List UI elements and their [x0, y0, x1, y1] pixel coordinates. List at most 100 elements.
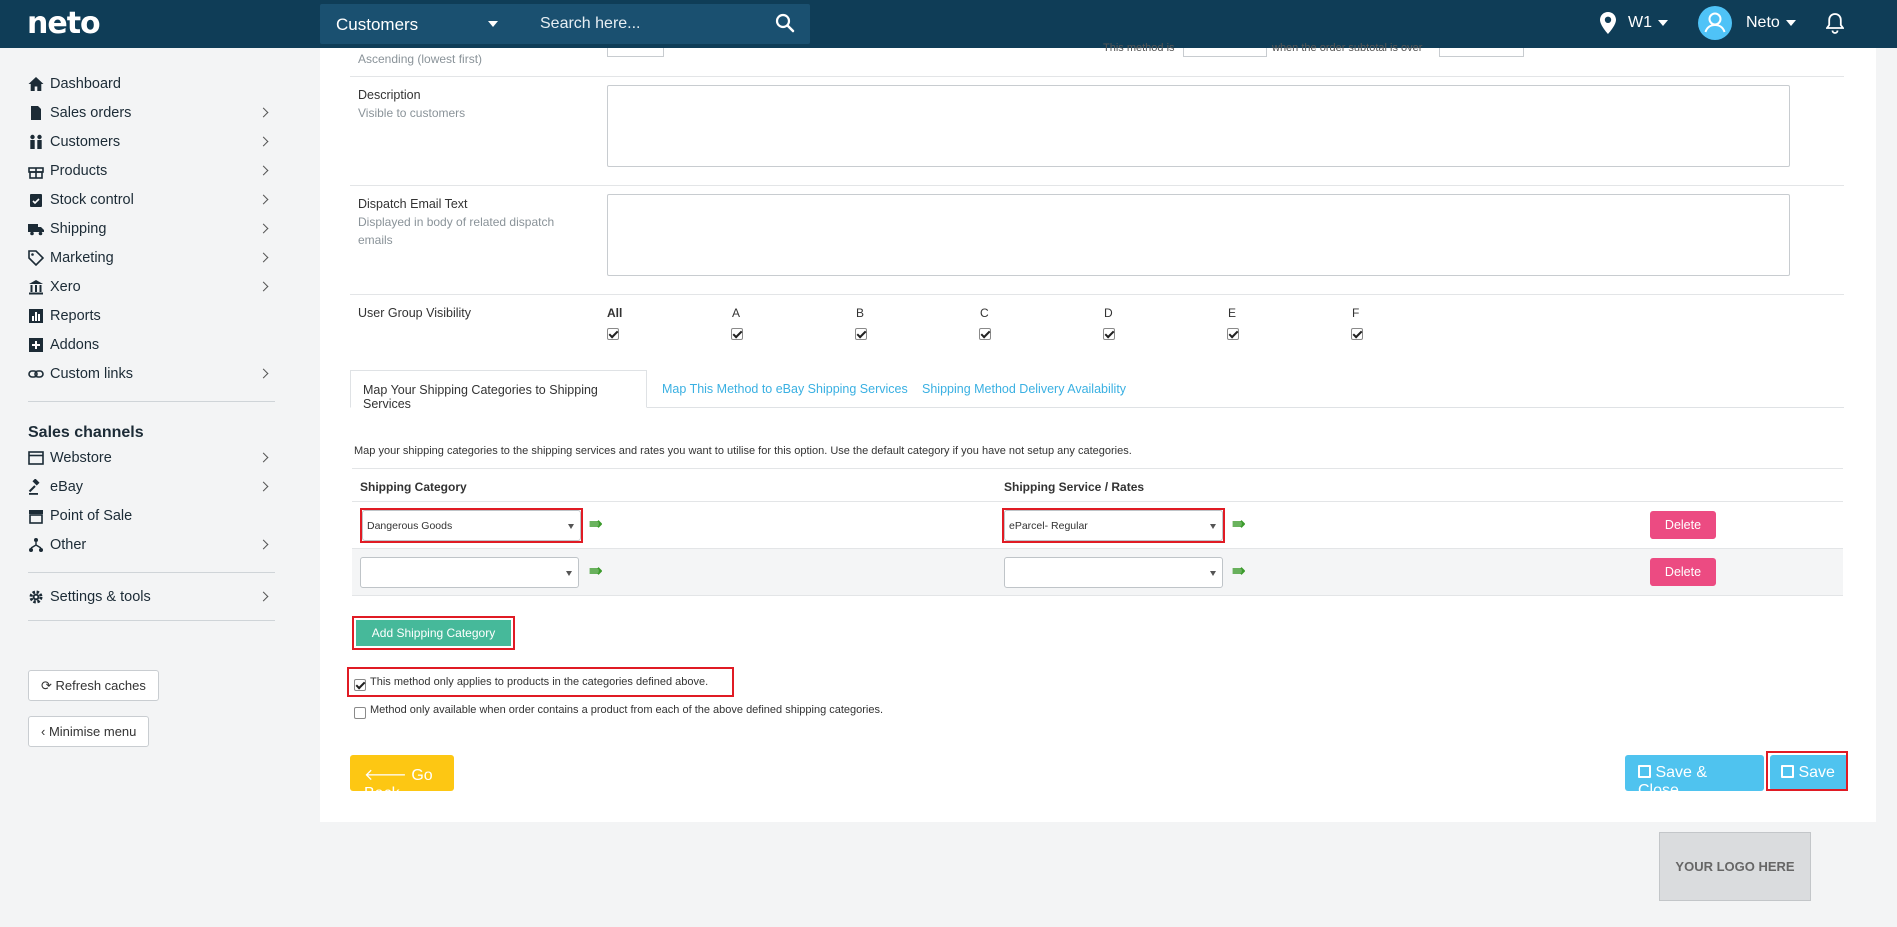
bar-chart-icon — [29, 309, 43, 323]
sidebar-item-products[interactable]: Products — [28, 156, 273, 188]
save-icon — [1638, 765, 1651, 778]
chevron-right-icon — [258, 281, 269, 292]
sidebar-item-shipping[interactable]: Shipping — [28, 214, 273, 246]
map-marker-icon — [1600, 12, 1616, 34]
rule-text-1: This method is — [1103, 42, 1175, 54]
logo-placeholder: YOUR LOGO HERE — [1659, 832, 1811, 901]
arrow-right-icon: ⇛ — [1232, 516, 1246, 533]
go-back-button[interactable]: 🡐 Go Back — [350, 755, 454, 802]
sidebar-item-xero[interactable]: Xero — [28, 272, 273, 304]
row-divider — [350, 76, 1844, 77]
bank-icon — [29, 280, 43, 295]
chevron-right-icon — [258, 591, 269, 602]
sidebar-item-ebay[interactable]: eBay — [28, 472, 273, 504]
chevron-down-icon — [488, 21, 498, 27]
all-categories-checkbox[interactable] — [354, 707, 366, 719]
gift-icon — [28, 167, 44, 179]
dispatch-email-help: Displayed in body of related dispatch em… — [358, 215, 555, 247]
sidebar-item-settings[interactable]: Settings & tools — [28, 582, 273, 614]
table-row: Dangerous Goods ⇛ eParcel- Regular ⇛ Del… — [352, 502, 1843, 549]
bell-icon[interactable] — [1826, 13, 1844, 34]
sidebar-item-stock-control[interactable]: Stock control — [28, 185, 273, 217]
minimise-menu-button[interactable]: ‹ Minimise menu — [28, 716, 150, 747]
shipping-category-select[interactable] — [360, 557, 579, 588]
dispatch-email-textarea[interactable] — [607, 194, 1790, 276]
group-e-checkbox[interactable] — [1227, 328, 1239, 340]
search-scope-label: Customers — [336, 15, 419, 34]
highlight-box — [352, 616, 515, 650]
group-c-checkbox[interactable] — [979, 328, 991, 340]
location-selector[interactable]: W1 — [1598, 0, 1688, 48]
group-d-label: D — [1104, 306, 1113, 320]
sidebar-item-marketing[interactable]: Marketing — [28, 243, 273, 275]
sidebar-item-other[interactable]: Other — [28, 530, 273, 562]
sidebar-divider — [28, 572, 275, 573]
link-icon — [28, 370, 44, 378]
refresh-icon: ⟳ — [41, 678, 52, 693]
chevron-right-icon — [258, 136, 269, 147]
sidebar-item-custom-links[interactable]: Custom links — [28, 359, 273, 391]
group-f-label: F — [1352, 306, 1360, 320]
plus-square-icon — [29, 338, 43, 352]
description-textarea[interactable] — [607, 85, 1790, 167]
sidebar-item-dashboard[interactable]: Dashboard — [28, 69, 273, 101]
sidebar-item-addons[interactable]: Addons — [28, 330, 273, 362]
sidebar-item-sales-orders[interactable]: Sales orders — [28, 98, 273, 130]
arrow-right-icon: ⇛ — [589, 563, 603, 580]
group-a-checkbox[interactable] — [731, 328, 743, 340]
highlight-box — [347, 667, 734, 697]
rule-text-2: when the order subtotal is over — [1272, 42, 1423, 54]
tab-map-shipping-categories[interactable]: Map Your Shipping Categories to Shipping… — [350, 370, 647, 411]
highlight-box — [1002, 508, 1225, 543]
rule-select[interactable] — [1183, 48, 1267, 57]
group-b-checkbox[interactable] — [855, 328, 867, 340]
gear-icon — [29, 590, 43, 604]
chevron-down-icon — [1785, 19, 1796, 26]
refresh-caches-button[interactable]: ⟳ Refresh caches — [28, 670, 159, 701]
save-close-button[interactable]: Save & Close — [1625, 755, 1764, 799]
sidebar-item-point-of-sale[interactable]: Point of Sale — [28, 501, 273, 533]
search-input[interactable] — [540, 4, 780, 44]
delete-button[interactable]: Delete — [1650, 558, 1716, 586]
table-row: ⇛ ⇛ Delete — [352, 549, 1843, 596]
sitemap-icon — [29, 538, 43, 552]
sidebar-divider — [28, 620, 275, 621]
clipboard-check-icon — [30, 194, 42, 207]
user-menu[interactable]: Neto — [1746, 14, 1796, 34]
search-icon[interactable] — [775, 13, 795, 33]
mapping-intro-text: Map your shipping categories to the ship… — [354, 445, 1132, 457]
group-d-checkbox[interactable] — [1103, 328, 1115, 340]
shipping-service-select[interactable] — [1004, 557, 1223, 588]
sort-order-input[interactable] — [607, 48, 664, 57]
tags-icon — [28, 250, 44, 266]
home-icon — [28, 77, 44, 91]
avatar[interactable] — [1698, 6, 1732, 40]
sidebar-item-webstore[interactable]: Webstore — [28, 443, 273, 475]
user-icon — [1704, 12, 1726, 33]
row-divider — [350, 294, 1844, 295]
row-divider — [350, 185, 1844, 186]
tab-delivery-availability[interactable]: Shipping Method Delivery Availability — [910, 370, 1138, 408]
highlight-box — [1766, 751, 1848, 791]
group-b-label: B — [856, 306, 865, 320]
chevron-right-icon — [258, 539, 269, 550]
search-bar: Customers — [320, 4, 810, 44]
neto-logo[interactable]: neto — [27, 6, 101, 41]
description-help: Visible to customers — [358, 106, 466, 120]
subtotal-input[interactable] — [1439, 48, 1524, 57]
file-icon — [31, 106, 41, 120]
group-f-checkbox[interactable] — [1351, 328, 1363, 340]
sidebar-item-reports[interactable]: Reports — [28, 301, 273, 333]
group-c-label: C — [980, 306, 989, 320]
delete-button[interactable]: Delete — [1650, 511, 1716, 539]
group-e-label: E — [1228, 306, 1237, 320]
sidebar-item-customers[interactable]: Customers — [28, 127, 273, 159]
search-scope-select[interactable]: Customers — [320, 4, 520, 44]
store-icon — [29, 510, 43, 524]
chevron-down-icon — [1210, 571, 1216, 576]
chevron-right-icon — [258, 194, 269, 205]
tab-map-ebay-services[interactable]: Map This Method to eBay Shipping Service… — [650, 370, 920, 408]
group-all-checkbox[interactable] — [607, 328, 619, 340]
webstore-icon — [28, 451, 44, 465]
arrow-right-icon: ⇛ — [589, 516, 603, 533]
